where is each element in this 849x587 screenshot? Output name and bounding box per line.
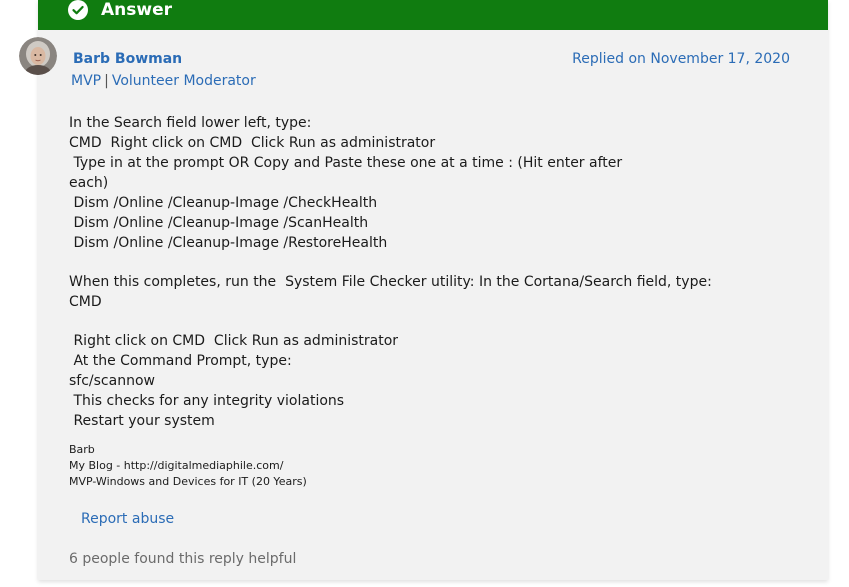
- signature-blog: My Blog - http://digitalmediaphile.com/: [69, 459, 284, 472]
- answer-label: Answer: [101, 0, 172, 20]
- body-line: When this completes, run the System File…: [69, 274, 712, 290]
- report-abuse-link[interactable]: Report abuse: [81, 511, 174, 527]
- body-line: At the Command Prompt, type:: [69, 353, 292, 369]
- author-name-link[interactable]: Barb Bowman: [73, 51, 182, 67]
- role-moderator-link[interactable]: Volunteer Moderator: [112, 73, 256, 89]
- answer-banner: Answer: [38, 0, 828, 30]
- body-line: Restart your system: [69, 413, 215, 429]
- body-line: Right click on CMD Click Run as administ…: [69, 333, 399, 349]
- author-roles: MVP | Volunteer Moderator: [71, 73, 256, 89]
- checkmark-circle-icon: [68, 0, 88, 20]
- body-line: In the Search field lower left, type:: [69, 115, 312, 131]
- body-line: Dism /Online /Cleanup-Image /RestoreHeal…: [69, 235, 388, 251]
- body-line: each): [69, 175, 109, 191]
- body-blank-line: [69, 253, 689, 272]
- body-line: CMD: [69, 294, 102, 310]
- body-line: Type in at the prompt OR Copy and Paste …: [69, 155, 623, 171]
- replied-date-link[interactable]: Replied on November 17, 2020: [572, 51, 790, 67]
- role-separator: |: [104, 73, 109, 89]
- signature-name: Barb: [69, 443, 95, 456]
- body-line: This checks for any integrity violations: [69, 393, 345, 409]
- signature: Barb My Blog - http://digitalmediaphile.…: [69, 442, 307, 490]
- body-line: sfc/scannow: [69, 373, 155, 389]
- author-avatar[interactable]: [19, 37, 57, 75]
- signature-title: MVP-Windows and Devices for IT (20 Years…: [69, 475, 307, 488]
- body-line: CMD Right click on CMD Click Run as admi…: [69, 135, 436, 151]
- body-blank-line: [69, 312, 689, 331]
- role-mvp-link[interactable]: MVP: [71, 73, 101, 89]
- reply-body: In the Search field lower left, type: CMD…: [69, 113, 712, 431]
- helpful-count: 6 people found this reply helpful: [69, 551, 297, 567]
- body-line: Dism /Online /Cleanup-Image /CheckHealth: [69, 195, 378, 211]
- body-line: Dism /Online /Cleanup-Image /ScanHealth: [69, 215, 369, 231]
- user-avatar-icon: [19, 37, 57, 75]
